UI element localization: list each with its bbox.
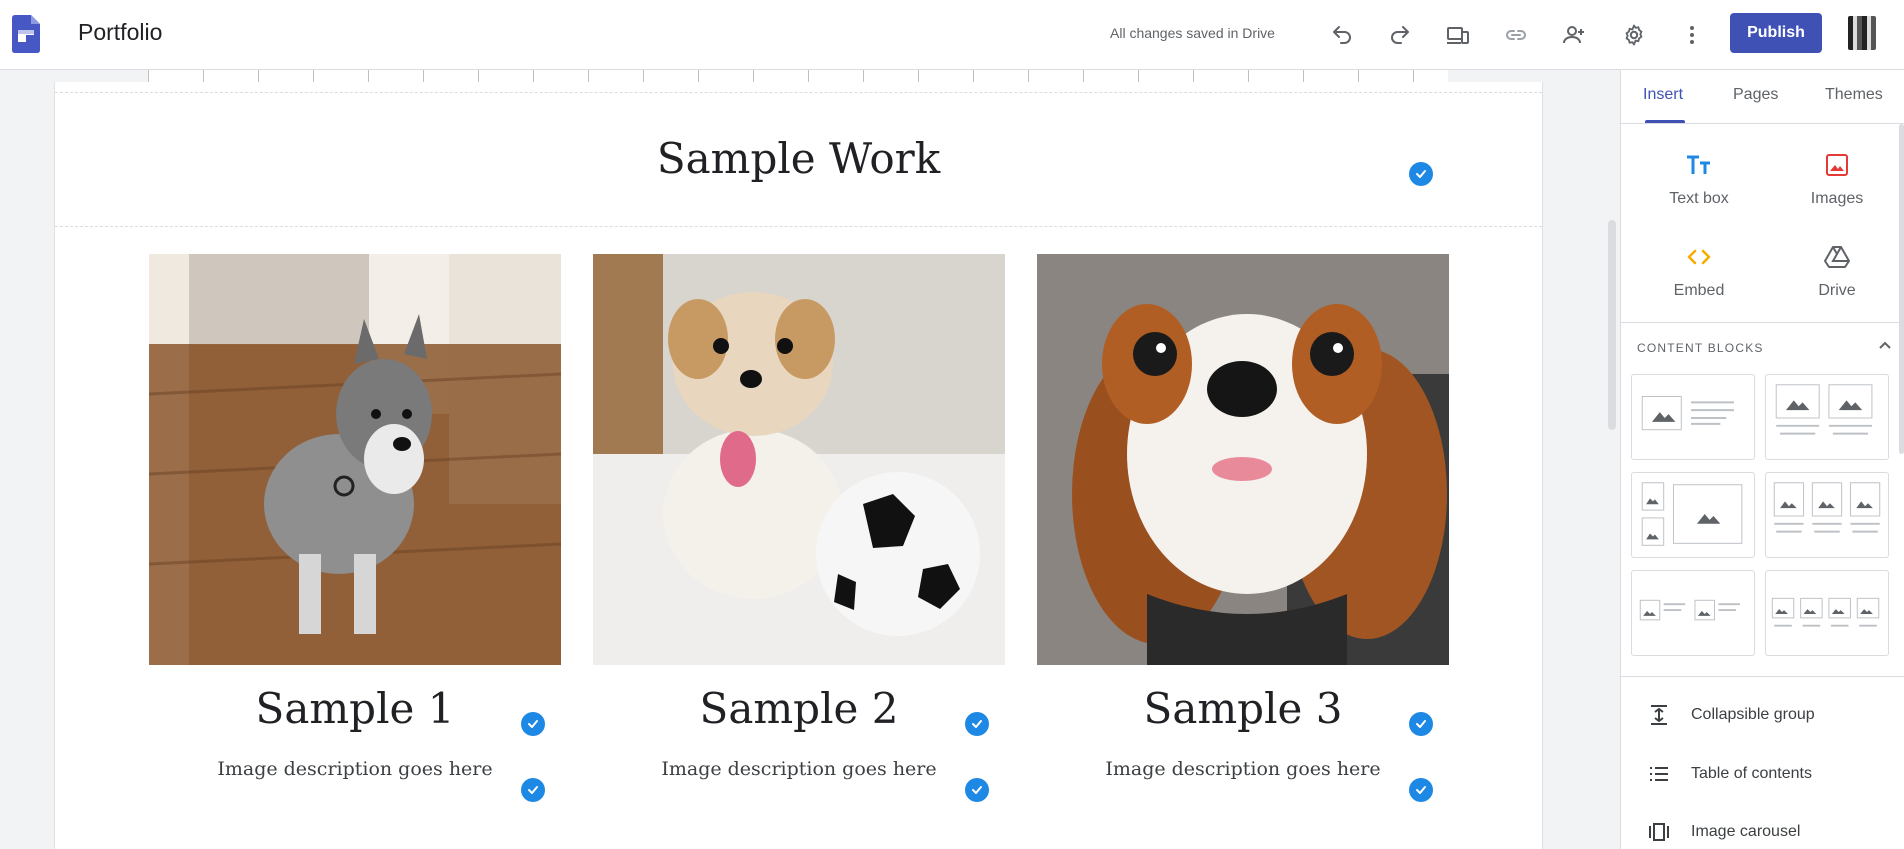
save-status: All changes saved in Drive: [1110, 25, 1275, 41]
checkmark-icon: [521, 712, 545, 736]
share-button[interactable]: [1554, 15, 1594, 55]
panel-tabs: Insert Pages Themes: [1621, 70, 1904, 124]
checkmark-icon: [965, 712, 989, 736]
active-tab-indicator: [1645, 120, 1685, 123]
redo-icon: [1391, 26, 1409, 44]
preview-icon: [1447, 27, 1469, 44]
content-block-gallery[interactable]: [1631, 472, 1755, 558]
checkmark-icon: [1409, 712, 1433, 736]
panel-scrollbar[interactable]: [1899, 124, 1904, 454]
sample-card-1[interactable]: Sample 1 Image description goes here: [149, 254, 561, 802]
account-avatar[interactable]: [1848, 16, 1876, 50]
document-title[interactable]: Portfolio: [78, 19, 162, 46]
card-description[interactable]: Image description goes here: [1037, 758, 1449, 780]
link-icon: [1506, 30, 1526, 40]
more-options-button[interactable]: [1672, 15, 1712, 55]
checkmark-icon: [521, 778, 545, 802]
insert-item-label: Images: [1810, 190, 1864, 207]
checkmark-icon: [965, 778, 989, 802]
insert-embed[interactable]: Embed: [1629, 242, 1769, 300]
tab-pages[interactable]: Pages: [1733, 86, 1778, 104]
panel-divider: [1621, 676, 1904, 677]
sites-logo-icon[interactable]: [12, 15, 40, 53]
checkmark-icon: [1409, 162, 1433, 186]
embed-icon: [1687, 249, 1711, 265]
insert-image-carousel[interactable]: Image carousel: [1647, 817, 1897, 847]
settings-button[interactable]: [1614, 15, 1654, 55]
content-block-four-images[interactable]: [1765, 570, 1889, 656]
insert-panel: Insert Pages Themes Text box Images Embe…: [1620, 70, 1904, 849]
page-heading[interactable]: Sample Work: [55, 134, 1542, 183]
copy-link-button[interactable]: [1496, 15, 1536, 55]
chevron-up-icon[interactable]: [1877, 338, 1893, 354]
card-title[interactable]: Sample 3: [1037, 684, 1449, 733]
table-of-contents-icon: [1650, 767, 1668, 781]
insert-images[interactable]: Images: [1767, 150, 1904, 208]
insert-text-box[interactable]: Text box: [1629, 150, 1769, 208]
content-block-two-images[interactable]: [1765, 374, 1889, 460]
content-block-image-text[interactable]: [1631, 374, 1755, 460]
content-blocks-header[interactable]: CONTENT BLOCKS: [1637, 341, 1764, 355]
settings-icon: [1625, 24, 1643, 46]
image-icon: [1826, 154, 1848, 176]
top-bar: Portfolio All changes saved in Drive Pub…: [0, 0, 1904, 70]
canvas-scrollbar[interactable]: [1608, 220, 1616, 430]
ruler: [148, 70, 1448, 82]
insert-table-of-contents[interactable]: Table of contents: [1647, 759, 1897, 789]
redo-button[interactable]: [1380, 15, 1420, 55]
undo-icon: [1333, 26, 1351, 44]
preview-button[interactable]: [1438, 15, 1478, 55]
sample-card-2[interactable]: Sample 2 Image description goes here: [593, 254, 1005, 802]
insert-item-label: Embed: [1673, 282, 1725, 299]
insert-drive[interactable]: Drive: [1767, 242, 1904, 300]
undo-button[interactable]: [1322, 15, 1362, 55]
share-icon: [1563, 26, 1584, 44]
insert-collapsible-group[interactable]: Collapsible group: [1647, 700, 1897, 730]
panel-divider: [1621, 322, 1904, 323]
site-page: Sample Work Sample 1 Image description g…: [54, 82, 1543, 849]
collapsible-group-icon: [1651, 705, 1667, 725]
card-description[interactable]: Image description goes here: [149, 758, 561, 780]
text-box-icon: [1687, 155, 1710, 174]
insert-item-label: Drive: [1818, 282, 1856, 299]
more-vert-icon: [1690, 26, 1694, 44]
list-item-label: Table of contents: [1691, 765, 1812, 782]
card-title[interactable]: Sample 1: [149, 684, 561, 733]
list-item-label: Image carousel: [1691, 823, 1801, 840]
tab-insert[interactable]: Insert: [1643, 86, 1683, 104]
content-block-three-images[interactable]: [1765, 472, 1889, 558]
dog-photo-1[interactable]: [149, 254, 561, 665]
tab-themes[interactable]: Themes: [1825, 86, 1883, 104]
list-item-label: Collapsible group: [1691, 706, 1815, 723]
drive-icon: [1824, 246, 1850, 268]
image-carousel-icon: [1649, 823, 1669, 841]
insert-item-label: Text box: [1669, 190, 1729, 207]
sample-card-3[interactable]: Sample 3 Image description goes here: [1037, 254, 1449, 802]
content-block-two-image-text[interactable]: [1631, 570, 1755, 656]
checkmark-icon: [1409, 778, 1433, 802]
dog-photo-2[interactable]: [593, 254, 1005, 665]
card-title[interactable]: Sample 2: [593, 684, 1005, 733]
dog-photo-3[interactable]: [1037, 254, 1449, 665]
publish-button[interactable]: Publish: [1730, 13, 1822, 53]
card-description[interactable]: Image description goes here: [593, 758, 1005, 780]
